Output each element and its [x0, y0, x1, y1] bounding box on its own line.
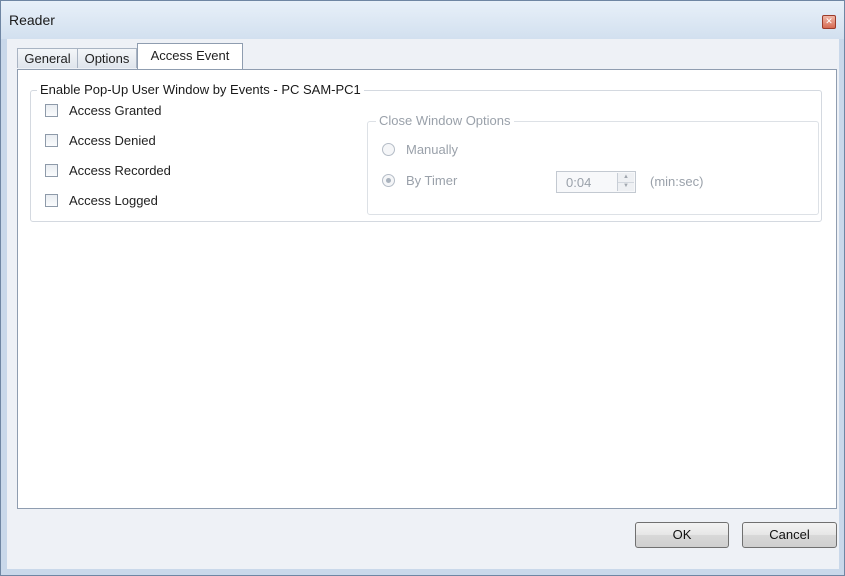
- tab-general[interactable]: General: [17, 48, 78, 68]
- timer-stepper[interactable]: 0:04 ▲ ▼: [556, 171, 636, 193]
- radio-by-timer-label: By Timer: [406, 173, 458, 188]
- chevron-down-icon[interactable]: ▼: [618, 182, 634, 191]
- radio-manually[interactable]: [382, 143, 395, 156]
- dialog-body: General Options Access Event Enable Pop-…: [7, 39, 839, 569]
- checkbox-box[interactable]: [45, 104, 58, 117]
- checkbox-box[interactable]: [45, 164, 58, 177]
- tab-access-event[interactable]: Access Event: [137, 43, 243, 69]
- close-icon[interactable]: ✕: [822, 15, 836, 29]
- ok-button[interactable]: OK: [635, 522, 729, 548]
- timer-unit-label: (min:sec): [650, 174, 704, 189]
- tab-options[interactable]: Options: [77, 48, 137, 68]
- radio-manually-label: Manually: [406, 142, 459, 157]
- stepper-buttons: ▲ ▼: [617, 173, 634, 191]
- timer-value[interactable]: 0:04: [566, 175, 591, 190]
- window-title: Reader: [9, 12, 55, 28]
- events-group: Enable Pop-Up User Window by Events - PC…: [30, 82, 822, 222]
- checkbox-label: Access Granted: [69, 103, 162, 118]
- checkbox-label: Access Recorded: [69, 163, 171, 178]
- close-window-options-title: Close Window Options: [376, 113, 514, 128]
- events-group-title: Enable Pop-Up User Window by Events - PC…: [37, 82, 364, 97]
- radio-by-timer[interactable]: [382, 174, 395, 187]
- checkbox-box[interactable]: [45, 194, 58, 207]
- checkbox-label: Access Denied: [69, 133, 156, 148]
- access-event-panel: Enable Pop-Up User Window by Events - PC…: [17, 69, 837, 509]
- checkbox-box[interactable]: [45, 134, 58, 147]
- checkbox-label: Access Logged: [69, 193, 158, 208]
- cancel-button[interactable]: Cancel: [742, 522, 837, 548]
- reader-dialog: Reader ✕ General Options Access Event En…: [0, 0, 845, 576]
- close-window-options-group: Close Window Options Manually By Timer 0…: [367, 113, 819, 215]
- title-bar[interactable]: Reader ✕: [1, 1, 844, 39]
